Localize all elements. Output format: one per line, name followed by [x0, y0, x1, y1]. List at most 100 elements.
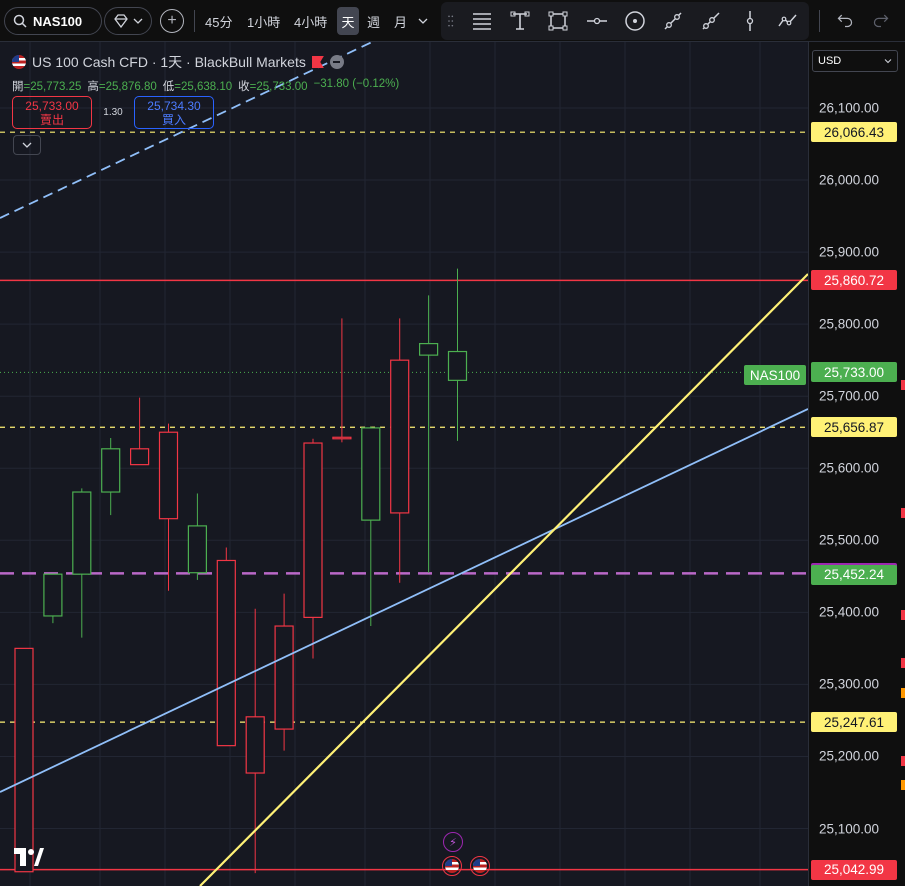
low-label: 低	[162, 81, 175, 93]
undo-icon[interactable]	[834, 9, 856, 31]
candle-body	[419, 343, 439, 356]
us-event-flag-icon[interactable]	[442, 856, 462, 876]
sell-label: 賣出	[39, 113, 64, 127]
trend-line-icon[interactable]	[660, 9, 686, 33]
minus-circle-icon[interactable]	[329, 55, 344, 69]
chevron-down-icon	[418, 18, 428, 24]
timeframe-dropdown[interactable]	[414, 7, 432, 35]
top-toolbar: NAS100 + 45分 1小時 4小時 天 週 月	[0, 0, 905, 42]
ohlc-values: 開=25,773.25 高=25,876.80 低=25,638.10 收=25…	[12, 78, 399, 94]
price-chart[interactable]	[0, 42, 808, 886]
timeframe-1h[interactable]: 1小時	[243, 7, 284, 35]
price-label[interactable]: 26,066.43	[811, 122, 897, 143]
text-tool-icon[interactable]	[507, 9, 533, 33]
legend-collapse-button[interactable]	[13, 135, 41, 155]
price-tick: 25,900.00	[819, 244, 880, 260]
axis-edge-marker	[901, 508, 905, 518]
rectangle-tool-icon[interactable]	[545, 9, 571, 33]
open-value: =25,773.25	[23, 81, 82, 93]
candle-body	[130, 448, 150, 466]
candle-body	[447, 350, 468, 381]
candle-body	[303, 442, 323, 618]
drag-handle-icon[interactable]	[445, 9, 457, 33]
price-tick: 25,100.00	[819, 821, 880, 836]
tradingview-logo[interactable]	[14, 846, 44, 872]
flag-marker-icon[interactable]	[311, 56, 324, 68]
buy-label: 買入	[161, 113, 186, 127]
ray-line-icon[interactable]	[698, 9, 724, 33]
timeframe-1w[interactable]: 週	[363, 7, 384, 35]
price-label[interactable]: 25,247.61	[811, 712, 897, 733]
chevron-down-icon	[884, 59, 892, 64]
price-label[interactable]: 25,860.72	[811, 270, 897, 291]
price-axis[interactable]: USD 26,100.00 26,000.00 25,900.00 25,800.00…	[808, 42, 905, 886]
sell-price: 25,733.00	[25, 99, 79, 113]
trend-line-yellow	[199, 273, 808, 886]
price-tick: 25,700.00	[819, 388, 880, 404]
price-label[interactable]: 25,733.00	[811, 362, 897, 383]
diamond-icon	[114, 14, 128, 28]
timeframe-1d[interactable]: 天	[337, 7, 359, 35]
price-tick: 25,200.00	[819, 748, 880, 764]
us-event-flag-icon[interactable]	[470, 856, 490, 876]
price-label[interactable]: 25,042.99	[811, 859, 897, 880]
change-value: −31.80 (−0.12%)	[313, 78, 400, 90]
sell-button[interactable]: 25,733.00 賣出	[12, 96, 92, 129]
price-tick: 25,800.00	[819, 316, 880, 332]
lightning-event-icon[interactable]: ⚡	[443, 832, 463, 852]
close-label: 收	[238, 81, 250, 93]
price-tick: 26,000.00	[819, 172, 880, 188]
price-label[interactable]: 25,452.24	[811, 564, 897, 585]
timeframe-45m[interactable]: 45分	[201, 7, 236, 35]
divider	[194, 10, 195, 32]
symbol-name: NAS100	[33, 13, 83, 29]
trade-panel: 25,733.00 賣出 1.30 25,734.30 買入	[12, 96, 214, 129]
axis-edge-marker	[901, 380, 905, 390]
price-tick: 25,300.00	[819, 676, 880, 692]
add-compare-button[interactable]: +	[160, 9, 184, 33]
spread-value: 1.30	[103, 107, 123, 118]
price-tick: 25,400.00	[819, 604, 880, 620]
fib-retracement-icon[interactable]	[469, 9, 495, 33]
candle-body	[72, 491, 92, 575]
redo-icon[interactable]	[870, 9, 892, 31]
timeframe-4h[interactable]: 4小時	[290, 7, 331, 35]
circle-tool-icon[interactable]	[622, 9, 648, 33]
symbol-search[interactable]: NAS100	[4, 7, 102, 35]
symbol-price-label: NAS100	[744, 365, 806, 385]
axis-edge-marker	[901, 658, 905, 668]
drawing-toolbar	[441, 2, 809, 40]
candle-body	[14, 647, 34, 873]
chart-pane[interactable]: US 100 Cash CFD · 1天 · BlackBull Markets…	[0, 42, 808, 886]
timeframe-1mo[interactable]: 月	[390, 7, 411, 35]
axis-edge-marker	[901, 780, 905, 790]
price-tick: 26,100.00	[819, 100, 880, 116]
high-label: 高	[87, 81, 99, 93]
axis-edge-marker	[901, 610, 905, 620]
currency-value: USD	[818, 55, 842, 67]
high-value: =25,876.80	[98, 81, 157, 93]
candle-body	[216, 559, 236, 747]
candle-body	[158, 431, 179, 520]
buy-price: 25,734.30	[147, 99, 201, 113]
vertical-line-icon[interactable]	[737, 9, 763, 33]
close-value: =25,733.00	[249, 81, 308, 93]
chart-legend: US 100 Cash CFD · 1天 · BlackBull Markets…	[12, 52, 399, 94]
instrument-title: US 100 Cash CFD · 1天 · BlackBull Markets	[32, 54, 306, 70]
horizontal-line-icon[interactable]	[584, 9, 610, 33]
indicators-button[interactable]	[104, 7, 152, 35]
price-tick: 25,600.00	[819, 460, 880, 476]
currency-select[interactable]: USD	[812, 50, 898, 72]
candle-body	[390, 359, 410, 514]
open-label: 開	[12, 81, 24, 93]
candle-body	[245, 716, 265, 774]
buy-button[interactable]: 25,734.30 買入	[134, 96, 214, 129]
search-icon	[13, 14, 27, 28]
candle-body	[187, 525, 207, 574]
price-label[interactable]: 25,656.87	[811, 417, 897, 438]
price-tick: 25,500.00	[819, 532, 880, 548]
axis-edge-marker	[901, 688, 905, 698]
plus-icon: +	[167, 12, 177, 29]
path-tool-icon[interactable]	[775, 9, 801, 33]
divider	[819, 10, 820, 32]
